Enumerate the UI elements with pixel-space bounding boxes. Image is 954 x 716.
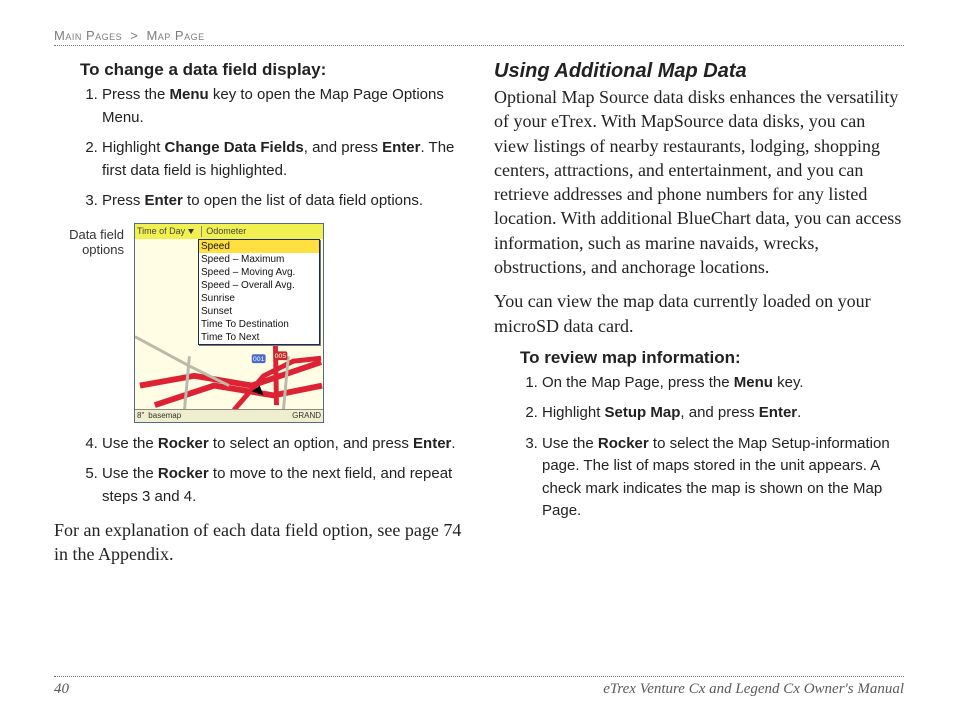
device-option: Sunrise <box>199 292 319 305</box>
left-step-3: Press Enter to open the list of data fie… <box>102 190 464 213</box>
device-hdr-right: Odometer <box>206 226 246 236</box>
breadcrumb: Main Pages > Map Page <box>54 28 904 43</box>
right-subhead: Using Additional Map Data <box>494 60 904 83</box>
manual-title: eTrex Venture Cx and Legend Cx Owner's M… <box>603 681 904 698</box>
device-status-left: 8" <box>137 411 144 420</box>
breadcrumb-b: Map Page <box>146 28 204 43</box>
device-hdr-left: Time of Day <box>137 226 185 236</box>
right-step-3: Use the Rocker to select the Map Setup-i… <box>542 433 904 523</box>
right-heading2: To review map information: <box>520 348 904 368</box>
left-steps: Press the Menu key to open the Map Page … <box>80 84 464 213</box>
left-tail-para: For an explanation of each data field op… <box>54 518 464 567</box>
device-caption: Data field options <box>54 223 124 258</box>
page-number: 40 <box>54 681 69 698</box>
device-status-mid: basemap <box>144 411 292 420</box>
right-steps: On the Map Page, press the Menu key. Hig… <box>520 372 904 523</box>
right-step-1: On the Map Page, press the Menu key. <box>542 372 904 395</box>
right-para-2: You can view the map data currently load… <box>494 289 904 338</box>
device-option: Time To Destination <box>199 318 319 331</box>
left-step-4: Use the Rocker to select an option, and … <box>102 433 464 456</box>
header-divider <box>54 45 904 46</box>
device-header: Time of Day Odometer <box>135 224 323 240</box>
left-step-1: Press the Menu key to open the Map Page … <box>102 84 464 129</box>
left-step-2: Highlight Change Data Fields, and press … <box>102 137 464 182</box>
page-footer: 40 eTrex Venture Cx and Legend Cx Owner'… <box>54 676 904 698</box>
left-step-5: Use the Rocker to move to the next field… <box>102 463 464 508</box>
device-statusbar: 8" basemap GRAND <box>135 409 323 422</box>
device-status-right: GRAND <box>292 411 321 420</box>
device-option: Speed – Moving Avg. <box>199 266 319 279</box>
right-para-1: Optional Map Source data disks enhances … <box>494 85 904 279</box>
svg-text:005: 005 <box>275 353 287 360</box>
breadcrumb-sep: > <box>126 28 142 43</box>
dropdown-arrow-icon <box>188 229 194 234</box>
device-option: Speed <box>199 240 319 253</box>
device-option: Sunset <box>199 305 319 318</box>
left-steps-cont: Use the Rocker to select an option, and … <box>80 433 464 509</box>
svg-text:001: 001 <box>253 356 265 363</box>
device-option: Time To Next <box>199 331 319 344</box>
breadcrumb-a: Main Pages <box>54 28 122 43</box>
device-option: Speed – Maximum <box>199 253 319 266</box>
device-option: Speed – Overall Avg. <box>199 279 319 292</box>
left-heading: To change a data field display: <box>80 60 464 80</box>
right-step-2: Highlight Setup Map, and press Enter. <box>542 402 904 425</box>
device-dropdown: Speed Speed – Maximum Speed – Moving Avg… <box>198 239 320 345</box>
device-screenshot: Time of Day Odometer <box>134 223 324 423</box>
